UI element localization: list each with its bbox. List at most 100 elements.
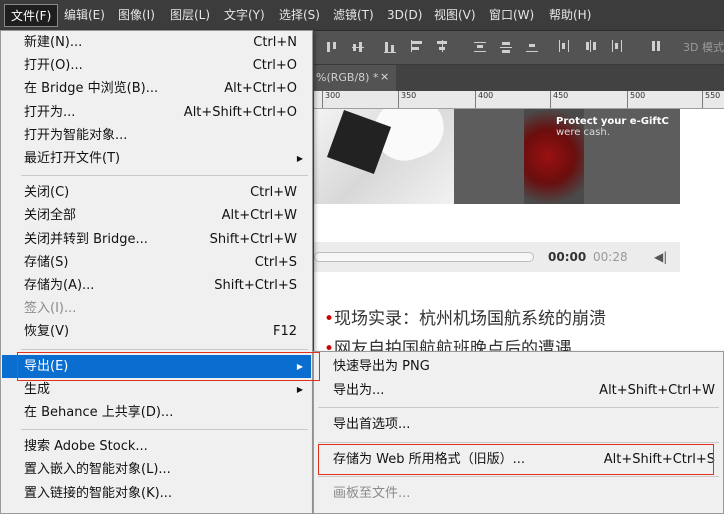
- menu-item-v[interactable]: 恢复(V) F12: [2, 320, 311, 343]
- menu-item-label: 签入(I)...: [24, 301, 77, 317]
- align-hcenter-icon[interactable]: [436, 40, 450, 54]
- align-left-icon[interactable]: [410, 40, 424, 54]
- bullet-icon: •: [324, 309, 335, 329]
- menubar-item[interactable]: 3D(D): [381, 4, 428, 27]
- ruler-tick-label: 350: [398, 91, 416, 108]
- menu-item-label: 存储(S): [24, 254, 69, 270]
- distribute-top-icon[interactable]: [474, 40, 488, 54]
- menubar-item[interactable]: 选择(S): [273, 4, 326, 27]
- menu-item-label: 画板至文件...: [333, 486, 411, 501]
- menu-item-png[interactable]: 快速导出为 PNG: [315, 355, 722, 378]
- horizontal-ruler: 300 350 400 450 500 550: [314, 91, 724, 109]
- menu-item-behance-d[interactable]: 在 Behance 上共享(D)...: [2, 401, 311, 424]
- menubar-item[interactable]: 视图(V): [428, 4, 482, 27]
- menu-item-t[interactable]: 最近打开文件(T) ▶: [2, 147, 311, 170]
- submenu-arrow-icon: ▶: [296, 384, 303, 394]
- menu-item-shortcut: Ctrl+S: [254, 254, 297, 270]
- document-tab-title: %(RGB/8) *: [316, 71, 379, 84]
- menu-item-shortcut: Alt+Ctrl+W: [221, 208, 297, 224]
- menu-item-item[interactable]: 关闭全部 Alt+Ctrl+W: [2, 204, 311, 227]
- seek-bar[interactable]: [314, 252, 534, 262]
- menu-item-c[interactable]: 关闭(C) Ctrl+W: [2, 181, 311, 204]
- menubar-item[interactable]: 文字(Y): [218, 4, 271, 27]
- time-total: 00:28: [593, 250, 628, 264]
- align-vcenter-icon[interactable]: [352, 40, 366, 54]
- 3d-mode-label: 3D 模式: [683, 41, 724, 54]
- menu-separator: [21, 175, 308, 177]
- menu-item-shortcut: F12: [272, 324, 297, 340]
- auto-align-icon[interactable]: [650, 40, 664, 54]
- menu-item-label: 导出为...: [333, 382, 385, 398]
- menu-item-label: 搜索 Adobe Stock...: [24, 439, 148, 455]
- menu-separator: [21, 348, 308, 350]
- menubar-item[interactable]: 窗口(W): [483, 4, 540, 27]
- menu-item-item[interactable]: 打开为... Alt+Shift+Ctrl+O: [2, 101, 311, 124]
- menu-item-item: 画板至文件...: [315, 482, 722, 505]
- menu-item-s[interactable]: 存储(S) Ctrl+S: [2, 251, 311, 274]
- menubar-item[interactable]: 图像(I): [112, 4, 161, 27]
- menu-item-item[interactable]: 导出为... Alt+Shift+Ctrl+W: [315, 379, 722, 402]
- volume-icon[interactable]: ◀|: [654, 250, 667, 264]
- menu-item-item[interactable]: 打开为智能对象...: [2, 124, 311, 147]
- menu-item-item[interactable]: 导出首选项...: [315, 413, 722, 436]
- menu-item-label: 最近打开文件(T): [24, 151, 121, 166]
- banner-promo-line1: Protect your e-GiftC: [556, 116, 669, 127]
- menubar-item[interactable]: 编辑(E): [58, 4, 111, 27]
- submenu-arrow-icon: ▶: [296, 154, 303, 163]
- menu-separator: [318, 476, 719, 477]
- menu-item-label: 关闭并转到 Bridge...: [24, 231, 148, 247]
- menu-separator: [318, 441, 719, 443]
- close-tab-icon[interactable]: ×: [380, 70, 389, 83]
- document-tab-bar: %(RGB/8) * ×: [314, 65, 724, 91]
- menu-item-n[interactable]: 新建(N)... Ctrl+N: [2, 31, 311, 54]
- ruler-tick-label: 300: [322, 91, 340, 108]
- news-headline-text: 现场实录：杭州机场国航系统的崩溃: [334, 309, 607, 329]
- menu-item-label: 打开为...: [24, 104, 76, 120]
- menu-item-label: 导出首选项...: [333, 417, 411, 432]
- menu-item-label: 在 Bridge 中浏览(B)...: [24, 81, 159, 97]
- annotation-box-save-for-web: [318, 444, 714, 475]
- menu-item-o[interactable]: 打开(O)... Ctrl+O: [2, 54, 311, 77]
- menu-item-adobe-stock[interactable]: 搜索 Adobe Stock...: [2, 435, 311, 458]
- menu-item-shortcut: Ctrl+O: [252, 58, 297, 74]
- banner-promo-line2: were cash.: [556, 127, 610, 138]
- menu-bar: 文件(F) 编辑(E) 图像(I) 图层(L) 文字(Y) 选择(S) 滤镜(T) 3D(D)…: [0, 0, 724, 31]
- time-current: 00:00: [548, 250, 587, 264]
- menu-item-label: 打开(O)...: [24, 58, 83, 74]
- banner-image: Protect your e-GiftC were cash.: [314, 109, 680, 204]
- distribute-right-icon[interactable]: [610, 40, 624, 54]
- menu-item-bridge[interactable]: 关闭并转到 Bridge... Shift+Ctrl+W: [2, 228, 311, 251]
- menu-item-label: 快速导出为 PNG: [333, 359, 430, 374]
- menu-item-shortcut: Alt+Ctrl+O: [224, 81, 297, 97]
- menu-item-a[interactable]: 存储为(A)... Shift+Ctrl+S: [2, 274, 311, 297]
- menu-item-label: 关闭(C): [24, 185, 70, 201]
- file-menu: 新建(N)... Ctrl+N 打开(O)... Ctrl+O 在 Bridge 中浏览…: [0, 30, 313, 514]
- menu-item-shortcut: Ctrl+N: [253, 35, 297, 50]
- align-bottom-icon[interactable]: [384, 40, 398, 54]
- menubar-item[interactable]: 帮助(H): [543, 4, 597, 27]
- menu-item-shortcut: Shift+Ctrl+S: [214, 278, 297, 293]
- menu-item-item[interactable]: 生成 ▶: [2, 378, 311, 401]
- menu-item-shortcut: Shift+Ctrl+W: [209, 231, 297, 247]
- menu-item-label: 置入链接的智能对象(K)...: [24, 485, 173, 501]
- news-headline: •现场实录：杭州机场国航系统的崩溃: [324, 304, 606, 329]
- ruler-tick-label: 450: [550, 91, 568, 108]
- distribute-vcenter-icon[interactable]: [500, 40, 514, 54]
- menubar-item[interactable]: 滤镜(T): [327, 4, 380, 27]
- menu-item-label: 关闭全部: [24, 208, 77, 224]
- distribute-hcenter-icon[interactable]: [584, 40, 598, 54]
- menu-item-k[interactable]: 置入链接的智能对象(K)...: [2, 482, 311, 505]
- menubar-item[interactable]: 文件(F): [4, 4, 59, 27]
- document-tab[interactable]: %(RGB/8) * ×: [314, 65, 396, 91]
- menu-item-l[interactable]: 置入嵌入的智能对象(L)...: [2, 458, 311, 481]
- align-top-icon[interactable]: [326, 40, 340, 54]
- menu-item-i: 签入(I)...: [2, 297, 311, 320]
- options-bar: 3D 模式: [314, 31, 724, 65]
- distribute-left-icon[interactable]: [558, 40, 572, 54]
- menubar-item[interactable]: 图层(L): [164, 4, 216, 27]
- annotation-box-export: [17, 352, 320, 381]
- menu-item-label: 存储为(A)...: [24, 278, 95, 293]
- menu-item-bridge-b[interactable]: 在 Bridge 中浏览(B)... Alt+Ctrl+O: [2, 77, 311, 100]
- distribute-bottom-icon[interactable]: [526, 40, 540, 54]
- ruler-tick-label: 500: [627, 91, 645, 108]
